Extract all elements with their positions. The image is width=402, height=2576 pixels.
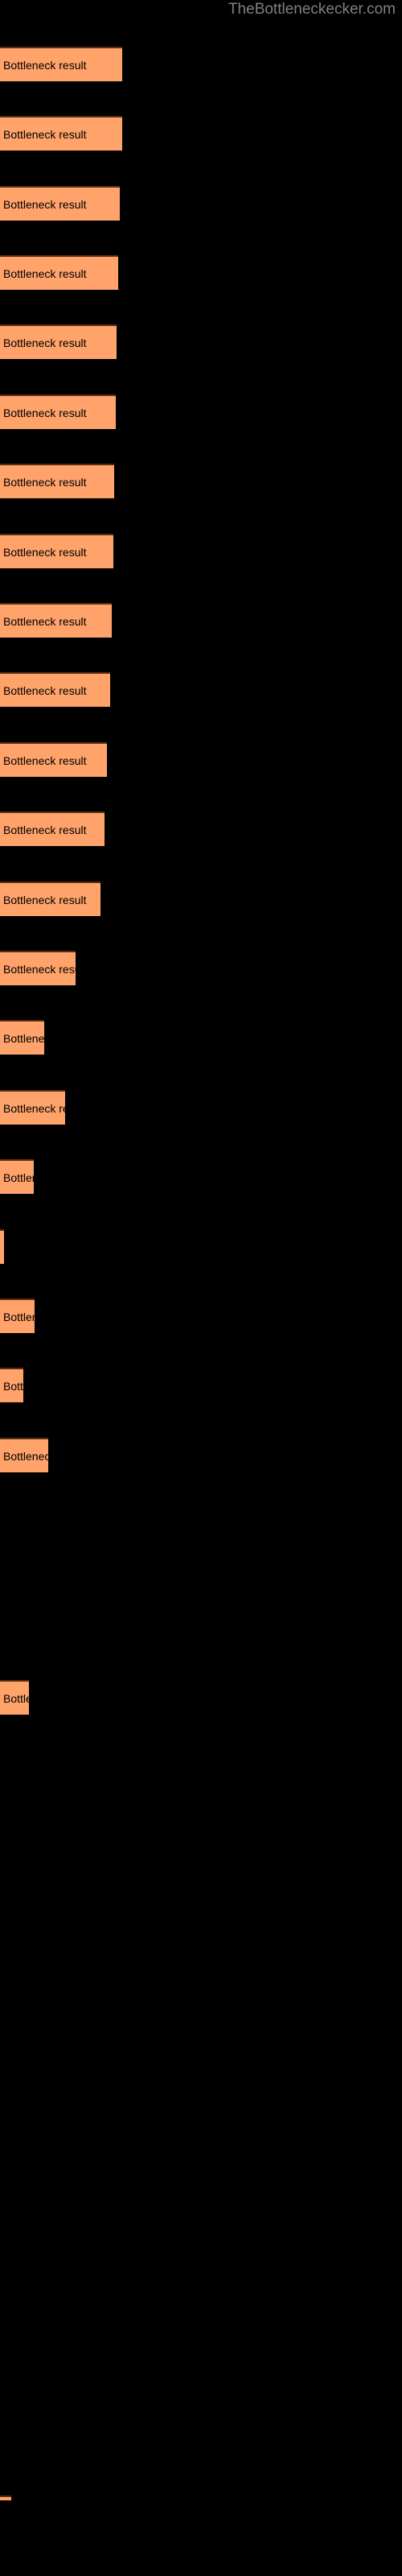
- bar[interactable]: Bottleneck result: [0, 1368, 23, 1402]
- bar-label: Bottleneck result: [3, 545, 87, 559]
- bar-label: Bottleneck result: [3, 1101, 65, 1115]
- bar-label: Bottleneck result: [3, 127, 87, 141]
- bar[interactable]: Bottleneck result: [0, 464, 114, 498]
- bar[interactable]: Bottleneck result: [0, 1438, 48, 1472]
- bar[interactable]: Bottleneck result: [0, 1090, 65, 1125]
- bar[interactable]: Bottleneck result: [0, 255, 118, 290]
- bar-label: Bottleneck result: [3, 823, 87, 836]
- bar-label: Bottleneck result: [3, 893, 87, 906]
- bar[interactable]: Bottleneck result: [0, 1159, 34, 1194]
- bar-label: Bottleneck result: [3, 753, 87, 767]
- bar-label: Bottleneck result: [3, 1379, 23, 1393]
- bottom-bar-sliver: [0, 2496, 11, 2500]
- bar-label: Bottleneck result: [3, 962, 76, 976]
- bar[interactable]: Bottleneck result: [0, 47, 122, 81]
- bar[interactable]: Bottleneck result: [0, 394, 116, 429]
- bar[interactable]: Bottleneck result: [0, 1298, 35, 1333]
- bar-label: Bottleneck result: [3, 197, 87, 211]
- bar-label: Bottleneck result: [3, 1241, 4, 1254]
- bar-label: Bottleneck result: [3, 475, 87, 489]
- bar-chart: Bottleneck result Bottleneck result Bottle…: [0, 0, 402, 2576]
- bar[interactable]: Bottleneck result: [0, 951, 76, 985]
- bar[interactable]: Bottleneck result: [0, 1680, 29, 1715]
- bar[interactable]: Bottleneck result: [0, 742, 107, 777]
- bar-label: Bottleneck result: [3, 614, 87, 628]
- bar-label: Bottleneck result: [3, 683, 87, 697]
- bar[interactable]: Bottleneck result: [0, 881, 100, 916]
- bar-label: Bottleneck result: [3, 406, 87, 419]
- bar[interactable]: Bottleneck result: [0, 324, 117, 359]
- bar[interactable]: Bottleneck result: [0, 1229, 4, 1264]
- bar-label: Bottleneck result: [3, 1170, 34, 1184]
- bar-label: Bottleneck result: [3, 1310, 35, 1323]
- bar[interactable]: Bottleneck result: [0, 811, 105, 846]
- bar[interactable]: Bottleneck result: [0, 672, 110, 707]
- bar[interactable]: Bottleneck result: [0, 186, 120, 221]
- bar-label: Bottleneck result: [3, 1449, 48, 1463]
- bar[interactable]: Bottleneck result: [0, 1020, 44, 1055]
- bar-label: Bottleneck result: [3, 58, 87, 72]
- bar[interactable]: Bottleneck result: [0, 534, 113, 568]
- bar-label: Bottleneck result: [3, 1691, 29, 1705]
- bar-label: Bottleneck result: [3, 1031, 44, 1045]
- bar-label: Bottleneck result: [3, 266, 87, 280]
- bar[interactable]: Bottleneck result: [0, 116, 122, 151]
- bar-label: Bottleneck result: [3, 336, 87, 349]
- bar[interactable]: Bottleneck result: [0, 603, 112, 638]
